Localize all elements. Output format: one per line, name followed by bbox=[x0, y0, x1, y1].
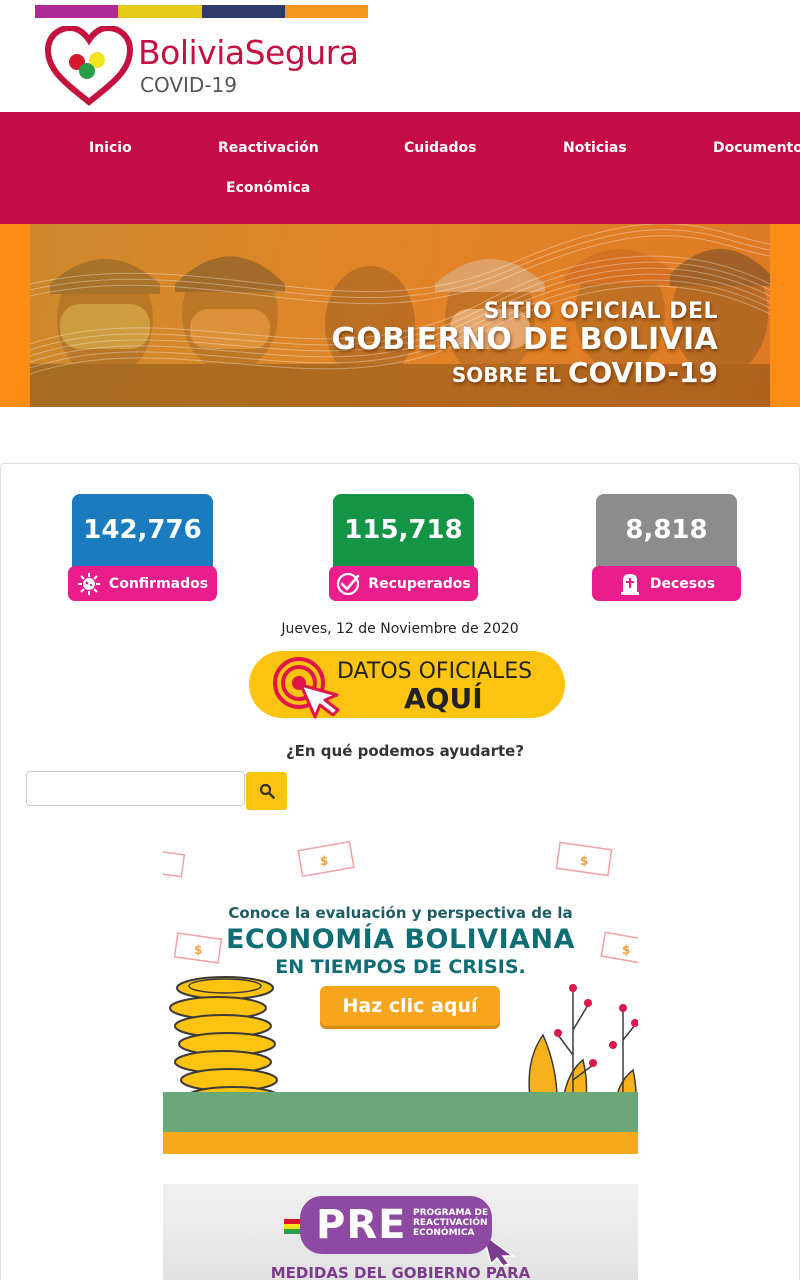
tombstone-icon bbox=[618, 572, 642, 596]
hero-line-1: SITIO OFICIAL DEL bbox=[483, 299, 718, 324]
site-logo[interactable]: BoliviaSegura COVID-19 bbox=[44, 26, 384, 106]
heart-logo-icon bbox=[44, 26, 134, 106]
stat-confirmed-text: Confirmados bbox=[108, 575, 209, 592]
hero-line-3: SOBRE EL COVID-19 bbox=[331, 356, 718, 389]
banner1-base-strip bbox=[163, 1132, 638, 1154]
svg-text:$: $ bbox=[320, 854, 328, 868]
nav-item-documentos[interactable]: Documentos bbox=[713, 128, 800, 168]
datos-oficiales-button[interactable]: DATOS OFICIALES AQUÍ bbox=[249, 651, 565, 719]
color-segment-orange bbox=[284, 5, 368, 18]
cursor-target-icon bbox=[273, 657, 340, 719]
search-input[interactable] bbox=[26, 771, 245, 806]
nav-item-noticias[interactable]: Noticias bbox=[563, 128, 627, 168]
economia-banner[interactable]: $ $ $ $ Conoce la evaluación y perspecti… bbox=[163, 840, 638, 1154]
main-nav: Inicio Reactivación Económica Cuidados N… bbox=[0, 112, 800, 224]
search-button[interactable] bbox=[246, 772, 287, 810]
logo-text: BoliviaSegura COVID-19 bbox=[138, 34, 359, 98]
banner1-line-3: EN TIEMPOS DE CRISIS. bbox=[275, 956, 526, 978]
banner1-ground bbox=[163, 1092, 638, 1132]
stat-recovered-value: 115,718 bbox=[333, 494, 474, 567]
current-date: Jueves, 12 de Noviembre de 2020 bbox=[281, 621, 519, 637]
color-segment-yellow bbox=[118, 5, 202, 18]
datos-line-1: DATOS OFICIALES bbox=[337, 659, 533, 684]
nav-item-inicio[interactable]: Inicio bbox=[89, 128, 132, 168]
svg-text:$: $ bbox=[580, 854, 588, 868]
color-segment-navy bbox=[201, 5, 285, 18]
hero-text: SITIO OFICIAL DEL GOBIERNO DE BOLIVIA SO… bbox=[331, 299, 718, 389]
hero-line-3-highlight: COVID-19 bbox=[567, 356, 718, 389]
pre-word: PRE bbox=[316, 1202, 407, 1248]
stat-confirmed-value: 142,776 bbox=[72, 494, 213, 567]
brand-color-bar bbox=[35, 5, 368, 18]
hero-line-2: GOBIERNO DE BOLIVIA bbox=[331, 322, 718, 357]
hero-line-3-prefix: SOBRE EL bbox=[451, 363, 568, 387]
color-segment-magenta bbox=[35, 5, 119, 18]
logo-title: BoliviaSegura bbox=[138, 33, 359, 72]
pre-banner[interactable]: PRE PROGRAMA DE REACTIVACIÓN ECONÓMICA M… bbox=[163, 1184, 638, 1280]
stat-recovered-text: Recuperados bbox=[368, 575, 471, 592]
nav-item-reactivacion[interactable]: Reactivación bbox=[218, 128, 319, 168]
help-title: ¿En qué podemos ayudarte? bbox=[285, 742, 525, 760]
stat-deaths-text: Decesos bbox=[649, 575, 716, 592]
hero-banner: SITIO OFICIAL DEL GOBIERNO DE BOLIVIA SO… bbox=[30, 224, 770, 407]
nav-item-cuidados[interactable]: Cuidados bbox=[404, 128, 476, 168]
banner1-line-1: Conoce la evaluación y perspectiva de la bbox=[228, 904, 573, 922]
check-circle-icon bbox=[336, 572, 360, 596]
stat-deaths-label[interactable]: Decesos bbox=[592, 566, 741, 601]
nav-item-economica[interactable]: Económica bbox=[226, 168, 310, 208]
stat-deaths-value: 8,818 bbox=[596, 494, 737, 567]
pre-logo: PRE PROGRAMA DE REACTIVACIÓN ECONÓMICA bbox=[300, 1196, 492, 1254]
search-icon bbox=[259, 783, 275, 799]
stat-recovered-label[interactable]: Recuperados bbox=[329, 566, 478, 601]
stat-confirmed-label[interactable]: Confirmados bbox=[68, 566, 217, 601]
datos-line-2: AQUÍ bbox=[404, 682, 483, 715]
pre-subtitle: PROGRAMA DE REACTIVACIÓN ECONÓMICA bbox=[413, 1208, 489, 1238]
banner1-line-2: ECONOMÍA BOLIVIANA bbox=[225, 924, 576, 955]
pre-caption: MEDIDAS DEL GOBIERNO PARA bbox=[270, 1264, 531, 1280]
banner1-cta-button[interactable]: Haz clic aquí bbox=[320, 986, 500, 1026]
logo-subtitle: COVID-19 bbox=[140, 73, 238, 97]
page: BoliviaSegura COVID-19 Inicio Reactivaci… bbox=[0, 0, 800, 1280]
virus-icon bbox=[77, 572, 101, 596]
